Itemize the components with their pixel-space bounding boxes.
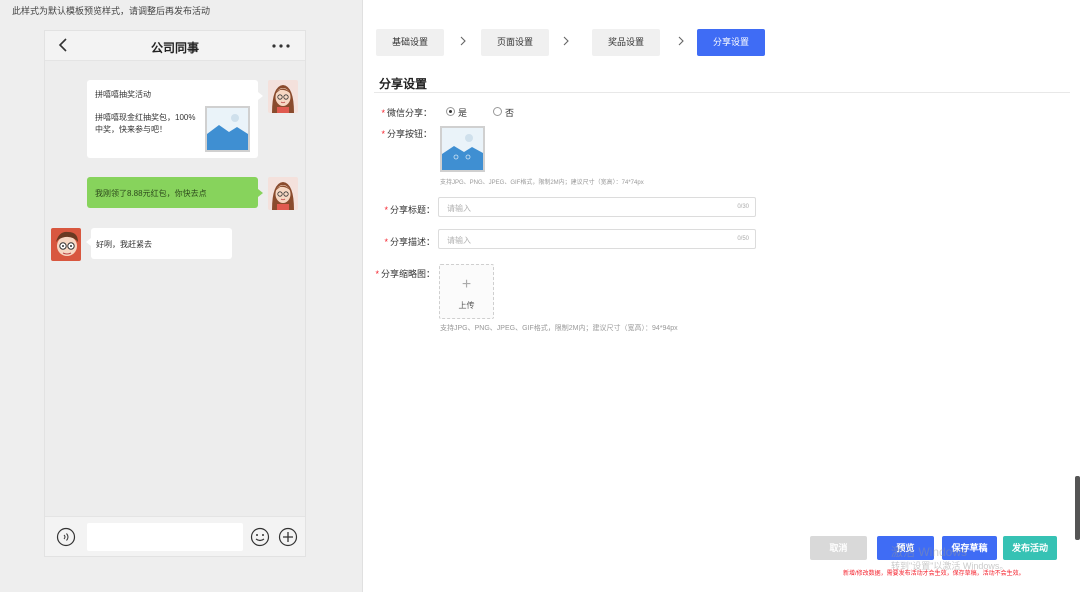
card-body: 拼嘻嘻现金红抽奖包，100%中奖，快来参与吧！ xyxy=(95,113,196,134)
chevron-right-icon xyxy=(678,36,684,46)
windows-watermark: 激活 Windows xyxy=(891,545,968,559)
scrollbar[interactable] xyxy=(1075,476,1080,540)
green-message-bubble: 我刚领了8.88元红包，你快去点 xyxy=(87,177,263,208)
radio-no[interactable] xyxy=(493,107,502,116)
publish-footnote: 新增/修改数据，需要发布活动才会生效，保存草稿，活动不会生效。 xyxy=(843,571,1025,577)
reply-bubble: 好咧，我赶紧去 xyxy=(86,228,232,259)
preview-notice: 此样式为默认模板预览样式，请调整后再发布活动 xyxy=(12,6,211,16)
bubble-tail xyxy=(258,189,263,197)
male-avatar xyxy=(51,228,81,261)
section-divider xyxy=(374,92,1070,93)
phone-header: 公司同事 xyxy=(45,31,305,61)
chevron-right-icon xyxy=(460,36,466,46)
phone-preview: 公司同事 拼嘻嘻抽奖活动 拼嘻嘻现金红抽奖包，100%中奖，快来参与吧！ 我刚领… xyxy=(44,30,306,557)
emoji-icon[interactable] xyxy=(250,527,270,547)
share-title-label: * 分享标题： xyxy=(384,205,435,215)
preview-pane: 此样式为默认模板预览样式，请调整后再发布活动 公司同事 拼嘻嘻抽奖活动 拼嘻嘻现… xyxy=(0,0,363,592)
share-desc-label: * 分享描述： xyxy=(384,237,435,247)
chevron-right-icon xyxy=(563,36,569,46)
plus-circle-icon[interactable] xyxy=(278,527,298,547)
share-button-label: * 分享按钮： xyxy=(381,129,432,139)
app-root: 此样式为默认模板预览样式，请调整后再发布活动 公司同事 拼嘻嘻抽奖活动 拼嘻嘻现… xyxy=(0,0,1080,592)
plus-icon: + xyxy=(461,276,472,293)
cancel-button[interactable]: 取消 xyxy=(810,536,867,560)
share-thumb-label: * 分享缩略图： xyxy=(375,269,435,279)
more-dots-icon[interactable] xyxy=(271,44,291,48)
publish-button[interactable]: 发布活动 xyxy=(1003,536,1057,560)
thumbnail-upload[interactable]: + 上传 xyxy=(439,264,494,319)
share-desc-placeholder: 请输入 xyxy=(447,236,471,245)
step-page[interactable]: 页面设置 xyxy=(481,29,549,56)
step-basic[interactable]: 基础设置 xyxy=(376,29,444,56)
upload-label: 上传 xyxy=(458,301,475,310)
chat-title: 公司同事 xyxy=(150,41,199,55)
share-title-counter: 0/30 xyxy=(737,204,749,210)
female-avatar xyxy=(268,80,298,113)
radio-yes-label[interactable]: 是 xyxy=(458,106,467,119)
share-title-input[interactable]: 请输入 0/30 xyxy=(438,197,756,217)
section-title: 分享设置 xyxy=(379,77,428,91)
share-button-hint: 支持JPG、PNG、JPEG、GIF格式，限制2M内；建议尺寸（宽高）：74*7… xyxy=(440,180,644,186)
phone-input-bar xyxy=(45,516,305,556)
image-placeholder-icon xyxy=(205,106,250,152)
step-prize[interactable]: 奖品设置 xyxy=(592,29,660,56)
reply-text: 好咧，我赶紧去 xyxy=(96,240,152,249)
activity-card-bubble: 拼嘻嘻抽奖活动 拼嘻嘻现金红抽奖包，100%中奖，快来参与吧！ xyxy=(87,80,263,158)
message-input[interactable] xyxy=(87,523,243,551)
share-title-placeholder: 请输入 xyxy=(447,204,471,213)
card-title: 拼嘻嘻抽奖活动 xyxy=(95,90,151,99)
green-message-text: 我刚领了8.88元红包，你快去点 xyxy=(95,189,207,198)
step-share[interactable]: 分享设置 xyxy=(697,29,765,56)
settings-pane: 基础设置 页面设置 奖品设置 分享设置 分享设置 * 微信分享： 是 否 * 分享按… xyxy=(364,0,1080,592)
female-avatar xyxy=(268,177,298,210)
voice-icon[interactable] xyxy=(56,527,76,547)
share-desc-input[interactable]: 请输入 0/50 xyxy=(438,229,756,249)
bubble-tail xyxy=(86,238,91,246)
wechat-share-label: * 微信分享： xyxy=(381,108,432,118)
share-button-image[interactable] xyxy=(440,126,485,172)
share-desc-counter: 0/50 xyxy=(737,236,749,242)
bubble-tail xyxy=(258,92,263,100)
radio-yes[interactable] xyxy=(446,107,455,116)
radio-no-label[interactable]: 否 xyxy=(505,106,514,119)
share-thumb-hint: 支持JPG、PNG、JPEG、GIF格式，限制2M内；建议尺寸（宽高）：94*9… xyxy=(440,325,678,332)
